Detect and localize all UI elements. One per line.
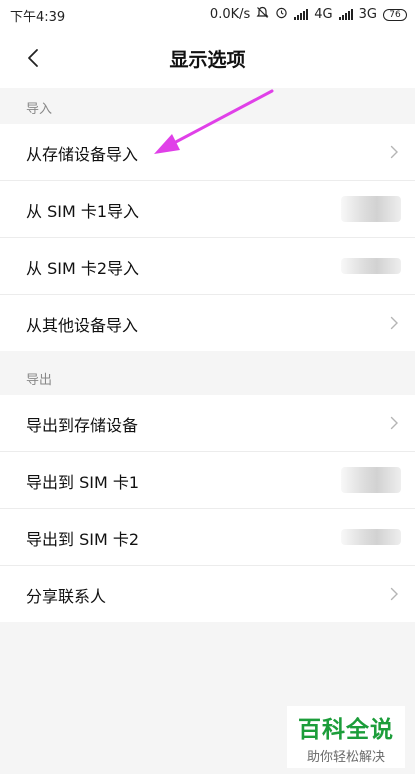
alarm-icon [275,6,288,23]
list-item-export-sim2[interactable]: 导出到 SIM 卡2 [0,509,415,566]
export-list: 导出到存储设备 导出到 SIM 卡1 导出到 SIM 卡2 分享联系人 [0,395,415,622]
chevron-right-icon [390,416,398,430]
blurred-value [341,529,401,545]
list-item-label: 从 SIM 卡1导入 [26,202,140,221]
network-type-1: 4G [314,7,333,22]
import-list: 从存储设备导入 从 SIM 卡1导入 从 SIM 卡2导入 从其他设备导入 [0,124,415,351]
list-item-label: 从存储设备导入 [26,145,139,164]
network-type-2: 3G [358,7,377,22]
signal-icon [338,9,353,20]
section-title-export: 导出 [26,373,53,388]
status-bar: 下午4:39 0.0K/s 4G 3G 76 [0,0,415,28]
chevron-right-icon [390,316,398,330]
list-item-import-other-device[interactable]: 从其他设备导入 [0,295,415,351]
chevron-right-icon [390,145,398,159]
list-item-import-sim1[interactable]: 从 SIM 卡1导入 [0,181,415,238]
blurred-value [341,258,401,274]
list-item-label: 分享联系人 [26,587,107,606]
watermark-logo: 百科全说 助你轻松解决 [287,706,405,768]
blurred-value [341,467,401,493]
page-title: 显示选项 [169,49,246,71]
header: 显示选项 [0,28,415,88]
list-item-share-contacts[interactable]: 分享联系人 [0,566,415,622]
chevron-right-icon [390,587,398,601]
blurred-value [341,196,401,222]
list-item-export-storage[interactable]: 导出到存储设备 [0,395,415,452]
list-item-import-storage[interactable]: 从存储设备导入 [0,124,415,181]
status-time: 下午4:39 [10,10,66,25]
list-item-export-sim1[interactable]: 导出到 SIM 卡1 [0,452,415,509]
list-item-import-sim2[interactable]: 从 SIM 卡2导入 [0,238,415,295]
signal-icon [294,9,309,20]
battery-icon: 76 [383,8,407,21]
list-item-label: 从其他设备导入 [26,316,139,335]
list-item-label: 导出到存储设备 [26,416,139,435]
section-title-import: 导入 [26,102,53,117]
list-item-label: 导出到 SIM 卡1 [26,473,140,492]
list-item-label: 导出到 SIM 卡2 [26,530,140,549]
list-item-label: 从 SIM 卡2导入 [26,259,140,278]
watermark-subtitle: 助你轻松解决 [306,750,385,765]
network-speed: 0.0K/s [209,7,251,22]
mute-icon [256,6,269,23]
watermark-title: 百科全说 [298,717,394,743]
